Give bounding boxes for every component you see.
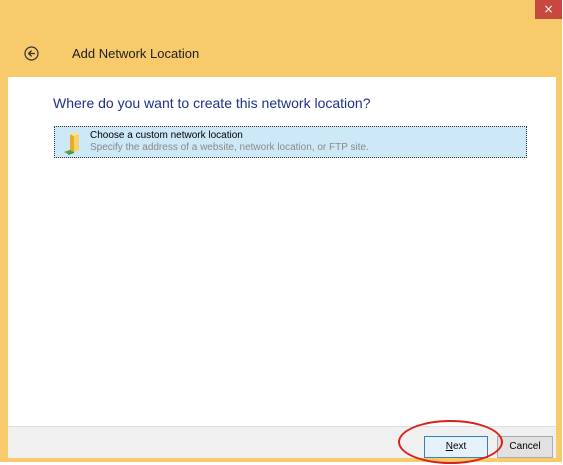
back-arrow-icon[interactable]	[24, 46, 39, 61]
cancel-button[interactable]: Cancel	[497, 436, 553, 458]
wizard-window: × Add Network Location Where do you want…	[0, 0, 562, 462]
next-label: ext	[452, 441, 467, 452]
content-panel: Where do you want to create this network…	[8, 77, 556, 426]
option-title: Choose a custom network location	[90, 130, 243, 141]
next-button[interactable]: Next	[424, 436, 488, 458]
custom-network-location-option[interactable]: Choose a custom network location Specify…	[54, 126, 527, 158]
close-icon: ×	[543, 2, 554, 16]
footer-bar: Next Cancel	[8, 426, 556, 458]
folder-network-icon	[64, 132, 79, 155]
option-description: Specify the address of a website, networ…	[90, 142, 369, 153]
close-button[interactable]: ×	[535, 0, 562, 19]
next-access-key: N	[445, 441, 453, 452]
wizard-title: Add Network Location	[72, 46, 200, 61]
title-bar[interactable]: ×	[0, 0, 562, 33]
page-question: Where do you want to create this network…	[53, 95, 371, 111]
